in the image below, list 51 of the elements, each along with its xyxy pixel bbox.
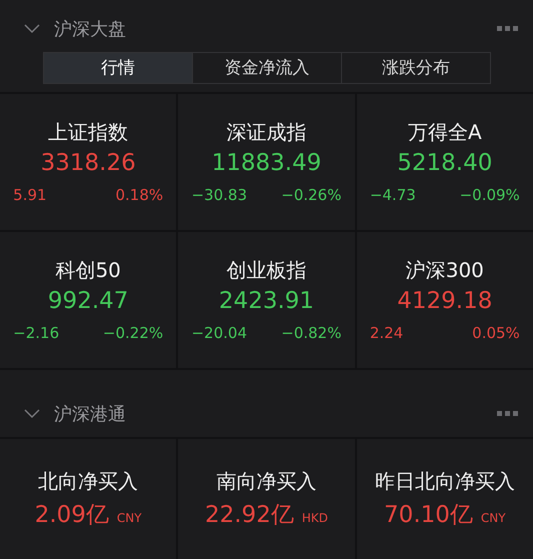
flow-value: 2.09亿 bbox=[34, 501, 109, 530]
index-card[interactable]: 深证成指 11883.49 −30.83 −0.26% bbox=[178, 94, 355, 230]
change-percent: 0.05% bbox=[472, 324, 520, 342]
index-name: 万得全A bbox=[408, 119, 482, 146]
chevron-icon[interactable] bbox=[24, 409, 40, 420]
index-card[interactable]: 上证指数 3318.26 5.91 0.18% bbox=[0, 94, 176, 230]
flow-name: 南向净买入 bbox=[216, 468, 316, 495]
flow-card[interactable]: 昨日北向净买入 70.10亿 CNY bbox=[356, 439, 533, 559]
section-title: 沪深港通 bbox=[54, 403, 127, 426]
index-name: 深证成指 bbox=[226, 119, 306, 146]
change-percent: −0.09% bbox=[460, 186, 520, 204]
change-percent: −0.82% bbox=[281, 324, 342, 342]
index-value: 2423.91 bbox=[218, 288, 314, 314]
change-value: 2.24 bbox=[370, 324, 404, 342]
change-value: −2.16 bbox=[13, 324, 60, 342]
index-name: 科创50 bbox=[55, 257, 121, 284]
index-name: 沪深300 bbox=[406, 257, 484, 284]
index-value: 4129.18 bbox=[397, 288, 492, 314]
chevron-icon[interactable] bbox=[24, 24, 40, 34]
change-value: −4.73 bbox=[370, 186, 416, 204]
change-value: −30.83 bbox=[191, 186, 247, 204]
flow-name: 北向净买入 bbox=[38, 468, 138, 495]
flow-value: 70.10亿 bbox=[384, 501, 473, 530]
index-card[interactable]: 创业板指 2423.91 −20.04 −0.82% bbox=[178, 232, 355, 368]
change-value: 5.91 bbox=[13, 186, 47, 204]
change-value: −20.04 bbox=[191, 324, 247, 342]
change-percent: −0.22% bbox=[102, 324, 164, 342]
currency-label: HKD bbox=[302, 511, 328, 525]
index-value: 11883.49 bbox=[212, 150, 322, 176]
index-value: 992.47 bbox=[48, 288, 128, 314]
change-percent: 0.18% bbox=[116, 186, 164, 204]
index-name: 创业板指 bbox=[226, 257, 306, 284]
index-name: 上证指数 bbox=[48, 119, 128, 146]
index-card[interactable]: 万得全A 5218.40 −4.73 −0.09% bbox=[356, 94, 533, 230]
index-card[interactable]: 科创50 992.47 −2.16 −0.22% bbox=[0, 232, 176, 368]
flow-name: 昨日北向净买入 bbox=[374, 468, 515, 495]
currency-label: CNY bbox=[480, 511, 506, 525]
tab[interactable]: 资金净流入 bbox=[193, 52, 342, 82]
tab[interactable]: 涨跌分布 bbox=[342, 52, 490, 82]
flow-value: 22.92亿 bbox=[204, 501, 294, 530]
index-value: 5218.40 bbox=[397, 150, 492, 176]
more-icon[interactable] bbox=[497, 411, 519, 418]
index-value: 3318.26 bbox=[40, 150, 136, 176]
section-title: 沪深大盘 bbox=[54, 18, 127, 41]
flow-card[interactable]: 北向净买入 2.09亿 CNY bbox=[0, 439, 176, 559]
flow-card[interactable]: 南向净买入 22.92亿 HKD bbox=[178, 439, 355, 559]
index-card[interactable]: 沪深300 4129.18 2.24 0.05% bbox=[356, 232, 533, 368]
change-percent: −0.26% bbox=[281, 186, 342, 204]
more-icon[interactable] bbox=[497, 26, 519, 32]
tab[interactable]: 行情 bbox=[44, 52, 193, 82]
currency-label: CNY bbox=[116, 511, 142, 525]
